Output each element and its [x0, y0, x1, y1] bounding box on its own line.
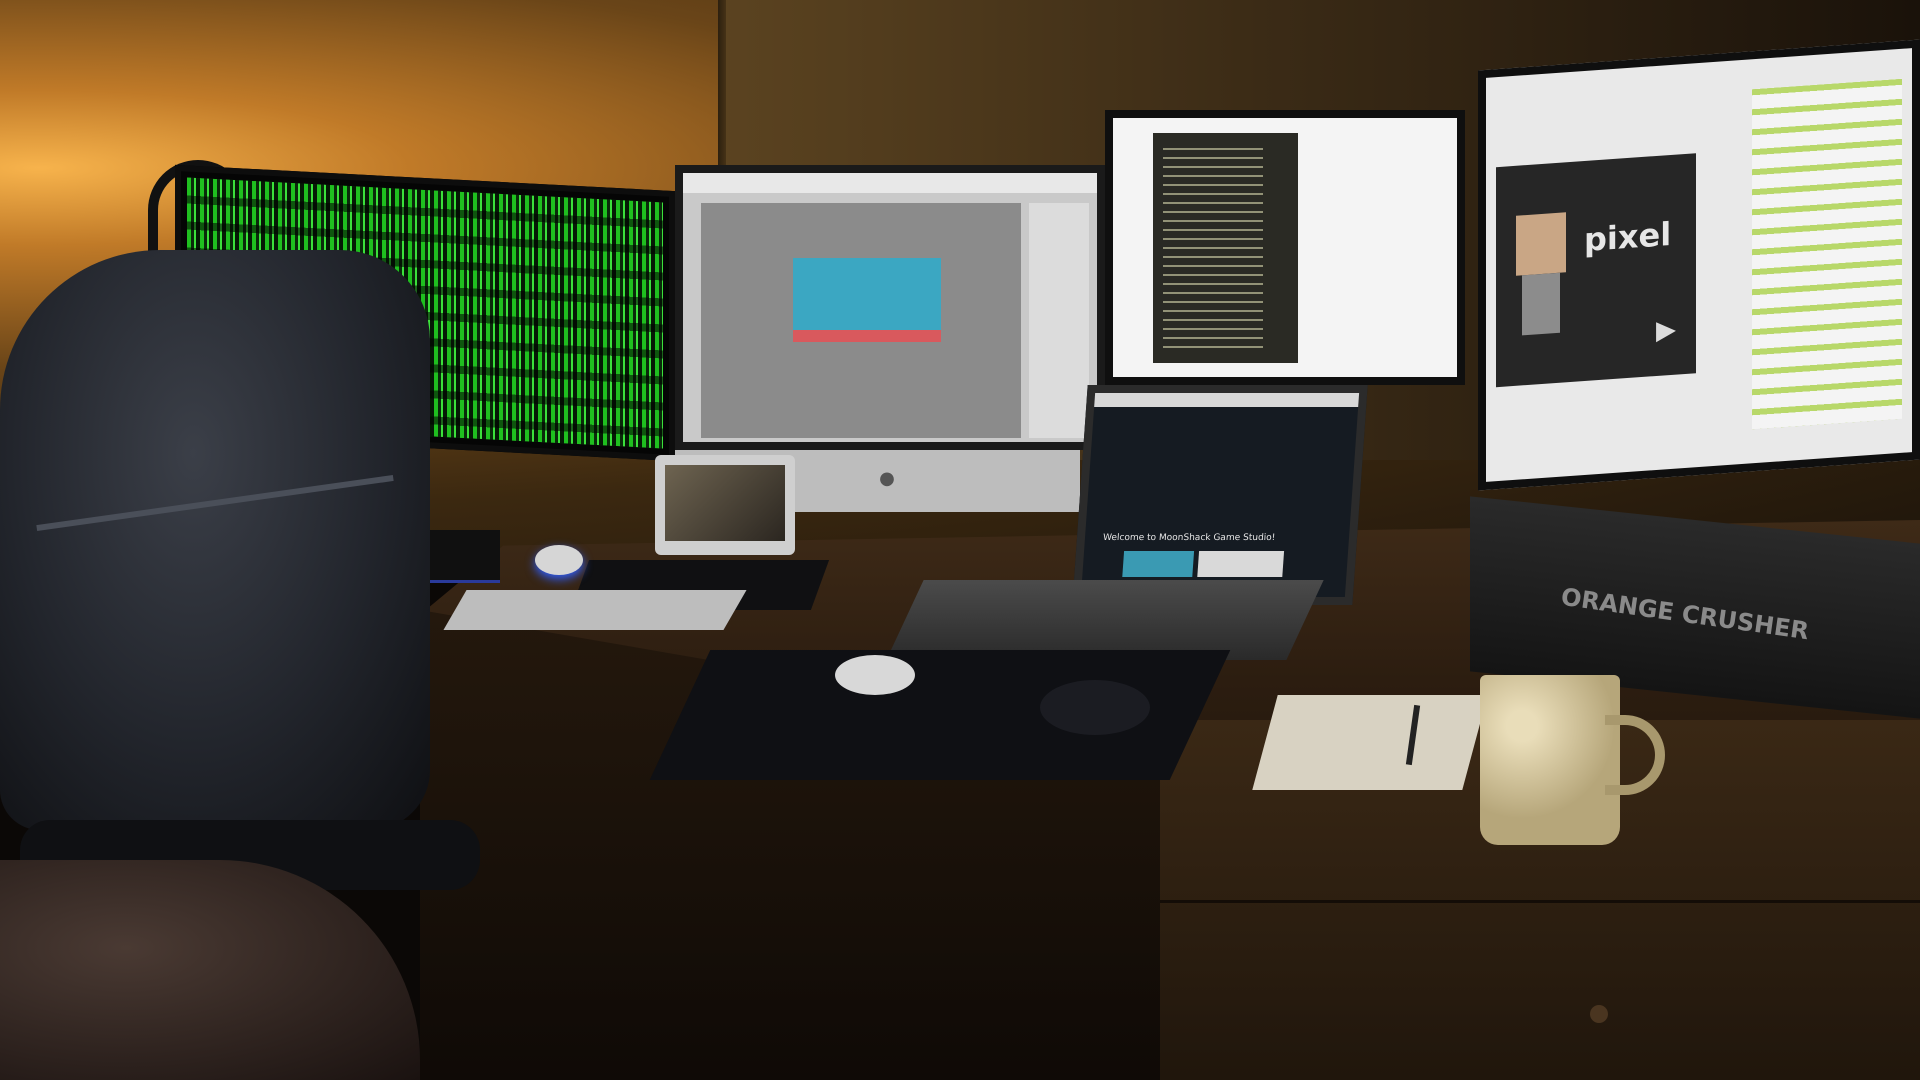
- browser-header: [1094, 393, 1360, 407]
- tablet: [655, 455, 795, 555]
- white-mouse: [835, 655, 915, 695]
- chat-column: [1752, 78, 1902, 430]
- laptop-keyboard: [886, 580, 1324, 660]
- dark-mouse: [1040, 680, 1150, 735]
- monitor-code: [1105, 110, 1465, 385]
- pixel-character-body: [1522, 272, 1560, 336]
- game-art-preview: [793, 258, 941, 342]
- site-tile-light: [1197, 551, 1285, 577]
- apple-keyboard: [443, 590, 747, 630]
- pixel-character-head: [1516, 212, 1566, 276]
- gaming-mouse: [535, 545, 583, 575]
- site-tile: [1122, 551, 1195, 577]
- office-chair-back: [0, 250, 430, 830]
- blanket: [0, 860, 420, 1080]
- play-arrow-icon: ▶: [1656, 314, 1676, 347]
- apple-icon: ●: [879, 468, 895, 489]
- laptop-screen: Welcome to MoonShack Game Studio!: [1072, 385, 1368, 605]
- tablet-screen: [665, 465, 785, 541]
- notebook: [1252, 695, 1488, 790]
- code-lines: [1163, 148, 1263, 348]
- editor-toolbar: [683, 173, 1097, 193]
- monitor-browser: pixel ▶: [1478, 39, 1920, 491]
- monitor-imac: [675, 165, 1105, 450]
- drawer-knob: [1590, 1005, 1608, 1023]
- coffee-mug: [1480, 675, 1620, 845]
- laptop-welcome-text: Welcome to MoonShack Game Studio!: [1102, 533, 1276, 543]
- drawer-seam: [1160, 900, 1920, 903]
- editor-side-panel: [1029, 203, 1089, 438]
- game-logo: pixel: [1584, 214, 1672, 260]
